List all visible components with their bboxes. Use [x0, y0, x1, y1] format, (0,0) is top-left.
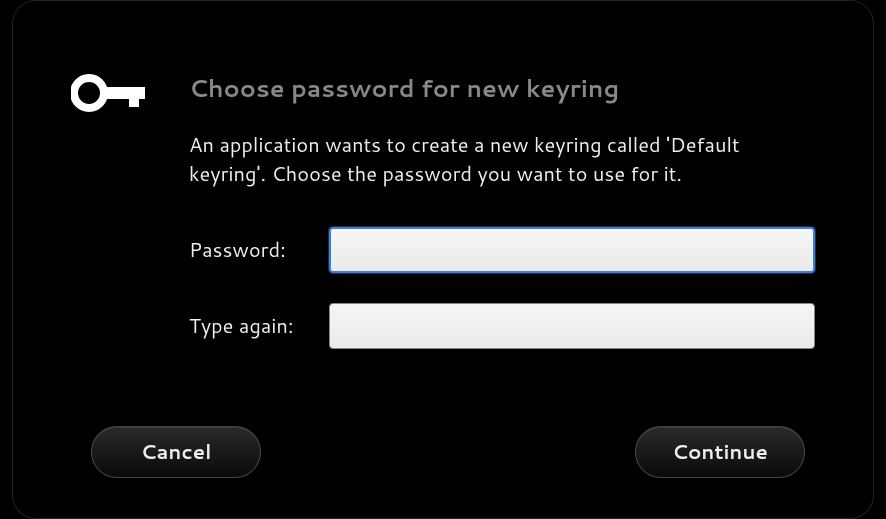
password-input[interactable] [329, 227, 815, 273]
confirm-row: Type again: [189, 303, 815, 349]
cancel-button[interactable]: Cancel [91, 426, 261, 478]
dialog-body: Choose password for new keyring An appli… [71, 71, 815, 406]
dialog-description: An application wants to create a new key… [189, 131, 815, 189]
dialog-content: Choose password for new keyring An appli… [171, 71, 815, 406]
dialog-button-row: Cancel Continue [71, 406, 815, 478]
dialog-heading: Choose password for new keyring [189, 71, 815, 105]
key-icon [71, 98, 147, 121]
confirm-label: Type again: [189, 312, 329, 340]
password-label: Password: [189, 236, 329, 264]
password-row: Password: [189, 227, 815, 273]
dialog-icon-column [71, 71, 171, 406]
confirm-password-input[interactable] [329, 303, 815, 349]
continue-button[interactable]: Continue [635, 426, 805, 478]
keyring-password-dialog: Choose password for new keyring An appli… [12, 0, 874, 519]
